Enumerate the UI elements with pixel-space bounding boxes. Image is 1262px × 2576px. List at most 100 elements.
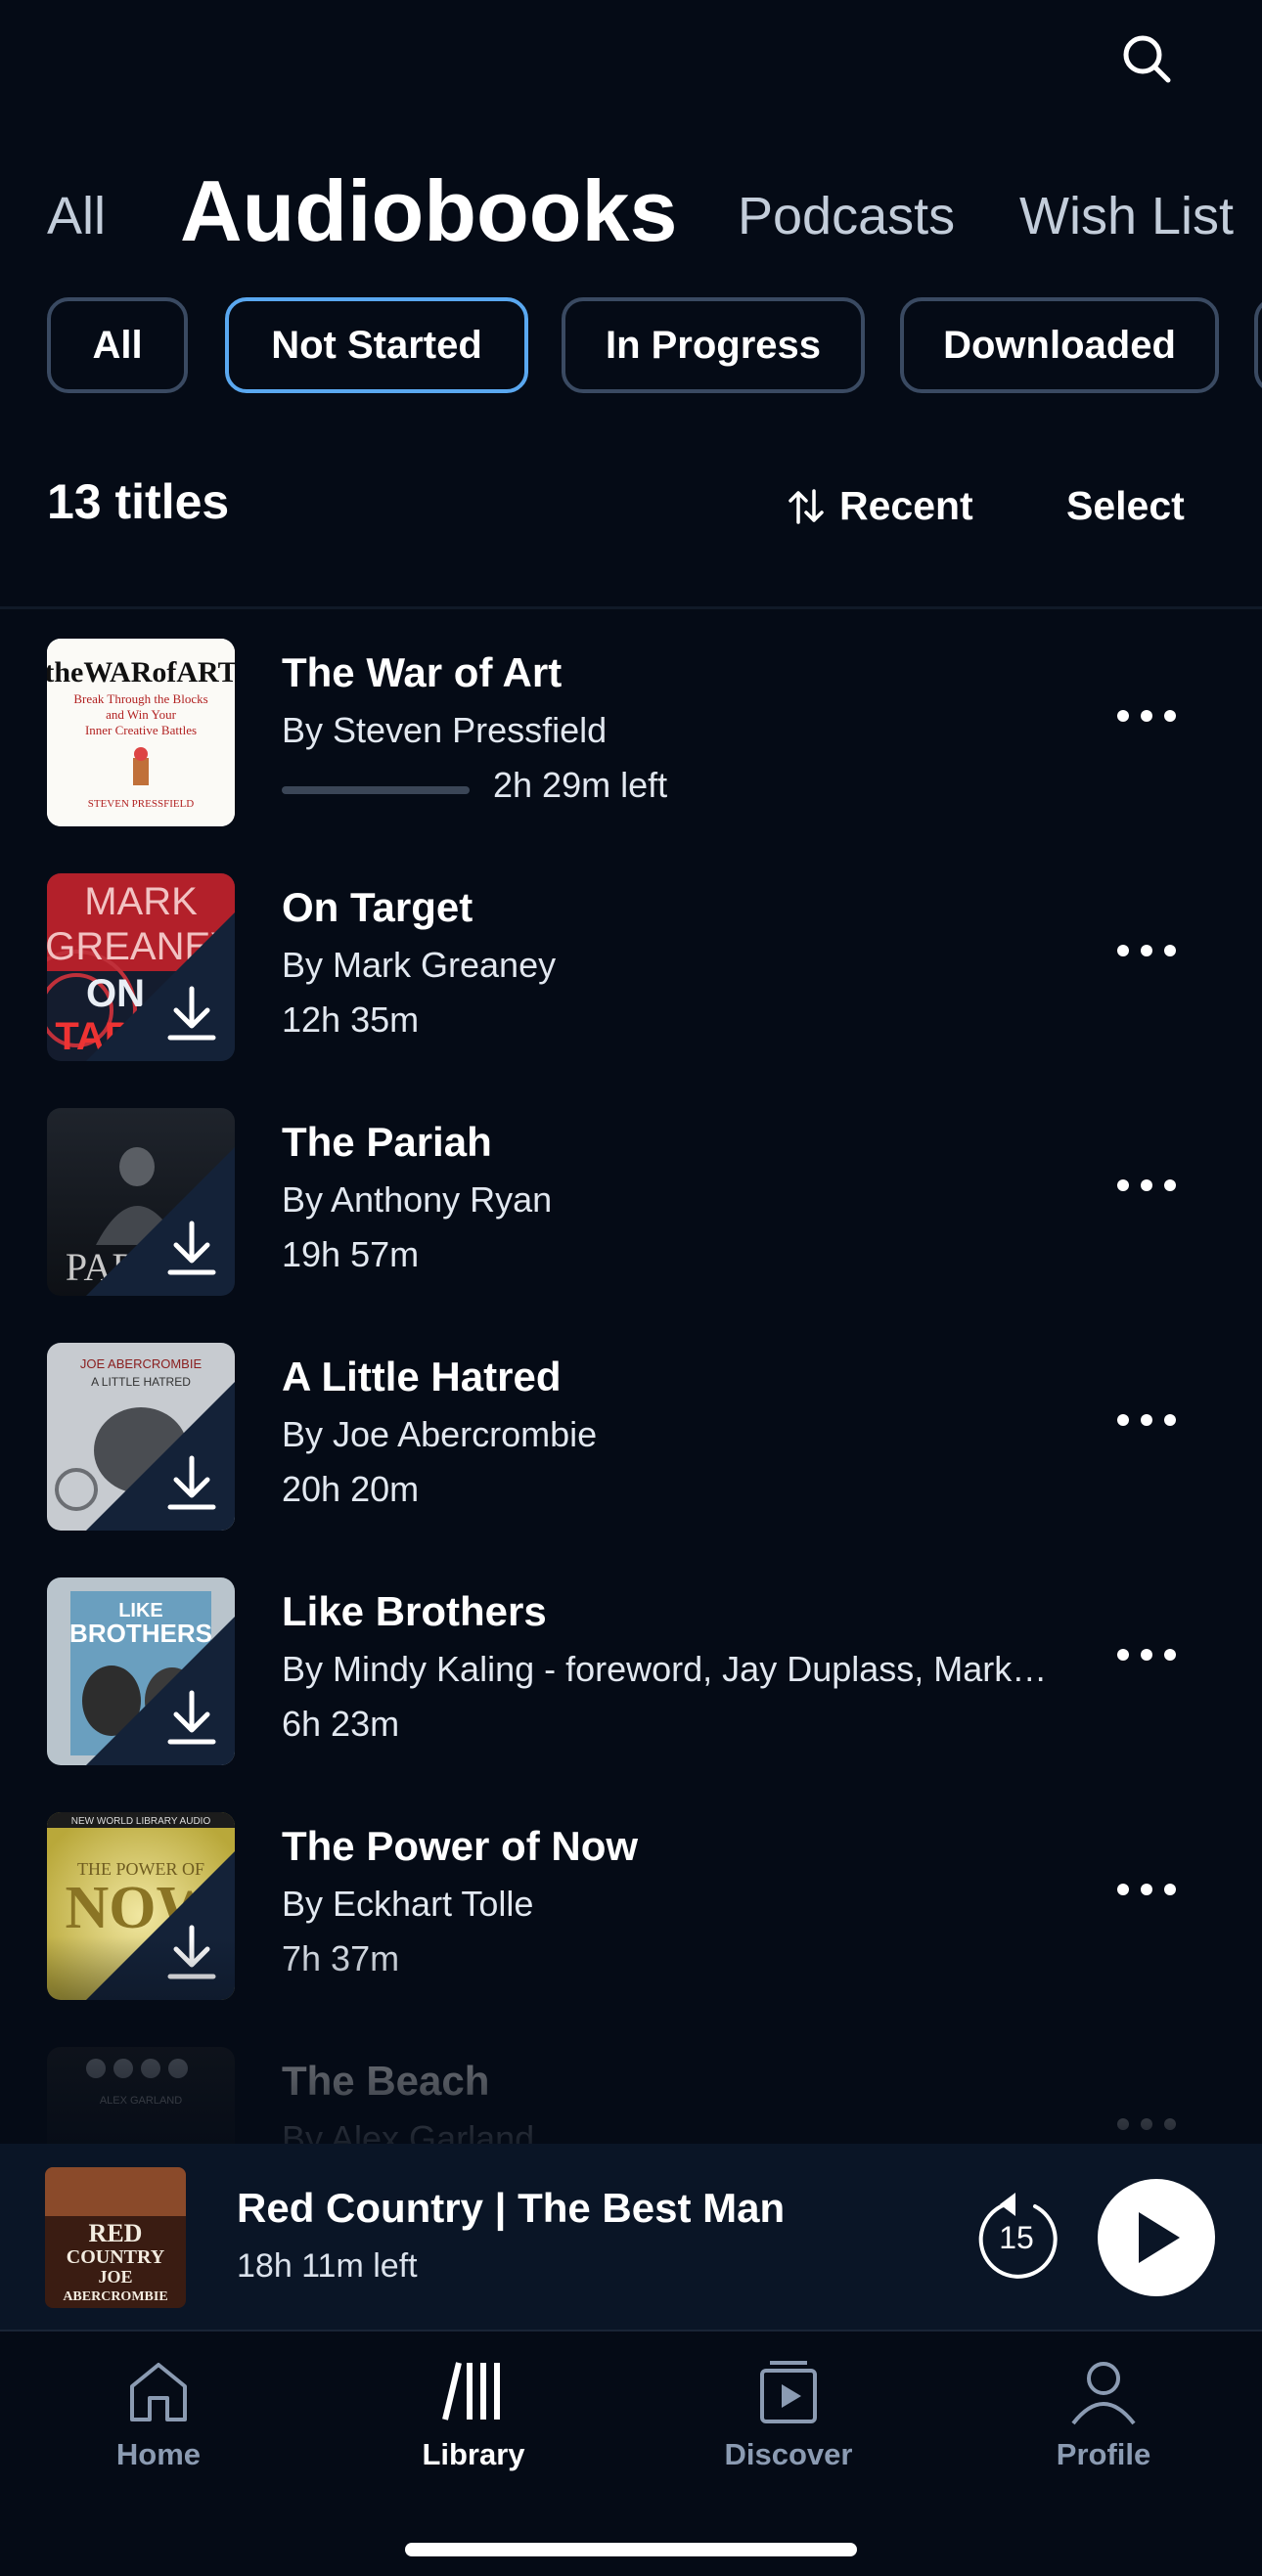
book-cover[interactable]: JOE ABERCROMBIE A LITTLE HATRED (47, 1343, 235, 1531)
divider (0, 606, 1262, 609)
nav-home-label: Home (115, 2437, 202, 2471)
more-options-icon[interactable] (1115, 1176, 1178, 1195)
filter-more-chip[interactable] (1254, 297, 1262, 393)
sort-button[interactable]: Recent (787, 483, 973, 529)
book-title: Like Brothers (282, 1588, 547, 1634)
cover-subtitle-2: and Win Your (106, 707, 177, 722)
nav-profile[interactable]: Profile (986, 2357, 1221, 2494)
book-title: The Pariah (282, 1119, 492, 1165)
tab-all[interactable]: All (47, 190, 106, 243)
filter-chips: All Not Started In Progress Downloaded (47, 297, 1262, 395)
book-cover[interactable]: NEW WORLD LIBRARY AUDIO THE POWER OF NOW (47, 1812, 235, 2000)
book-duration: 7h 37m (282, 1938, 400, 1978)
select-button[interactable]: Select (1066, 483, 1185, 529)
tab-audiobooks[interactable]: Audiobooks (180, 168, 677, 254)
cover-art: ALEX GARLAND (47, 2047, 235, 2144)
book-title: On Target (282, 884, 473, 930)
book-duration: 12h 35m (282, 999, 420, 1040)
cover-title-text: RED (89, 2219, 143, 2247)
book-author: By Anthony Ryan (282, 1179, 553, 1220)
book-duration: 19h 57m (282, 1234, 420, 1274)
cover-art: theWARofART Break Through the Blocks and… (47, 639, 235, 826)
book-title: The Power of Now (282, 1823, 639, 1869)
filter-all-chip[interactable]: All (47, 297, 188, 393)
book-title: The Beach (282, 2058, 490, 2104)
profile-icon (1071, 2362, 1136, 2425)
more-options-icon[interactable] (1115, 1645, 1178, 1665)
downloaded-badge (86, 912, 235, 1061)
more-options-icon[interactable] (1115, 1880, 1178, 1899)
cover-subtitle-1: Break Through the Blocks (73, 691, 207, 706)
more-options-icon[interactable] (1115, 706, 1178, 726)
book-time-left: 2h 29m left (493, 765, 668, 805)
book-duration: 20h 20m (282, 1469, 420, 1509)
play-button[interactable] (1098, 2179, 1215, 2296)
book-row[interactable]: PAR The Pariah By Anthony Ryan 19h 57m (0, 1107, 1262, 1297)
book-cover[interactable]: MARK GREANEY ON TAR (47, 873, 235, 1061)
book-author: By Mark Greaney (282, 945, 557, 985)
mini-player[interactable]: RED COUNTRY JOE ABERCROMBIE Red Country … (0, 2144, 1262, 2330)
book-author: By Alex Garland (282, 2118, 535, 2144)
cover-author-text: JOE (98, 2267, 132, 2287)
now-playing-title: Red Country | The Best Man (237, 2185, 786, 2231)
book-row[interactable]: NEW WORLD LIBRARY AUDIO THE POWER OF NOW… (0, 1811, 1262, 2001)
skip-back-button[interactable]: 15 (972, 2191, 1060, 2283)
now-playing-time-left: 18h 11m left (237, 2247, 418, 2285)
book-author: By Eckhart Tolle (282, 1884, 534, 1924)
book-duration: 6h 23m (282, 1704, 400, 1744)
filter-downloaded-chip[interactable]: Downloaded (900, 297, 1219, 393)
nav-library[interactable]: Library (356, 2357, 591, 2494)
nav-discover[interactable]: Discover (671, 2357, 906, 2494)
more-options-icon[interactable] (1115, 941, 1178, 960)
downloaded-badge (86, 1147, 235, 1296)
cover-author-text-2: ABERCROMBIE (63, 2289, 167, 2304)
book-list: theWARofART Break Through the Blocks and… (0, 638, 1262, 2144)
book-row[interactable]: theWARofART Break Through the Blocks and… (0, 638, 1262, 827)
filter-not-started-chip[interactable]: Not Started (225, 297, 528, 393)
book-cover[interactable]: ALEX GARLAND (47, 2047, 235, 2144)
library-tabs: All Audiobooks Podcasts Wish List (47, 147, 1262, 254)
cover-subtitle-3: Inner Creative Battles (85, 723, 197, 737)
filter-in-progress-chip[interactable]: In Progress (562, 297, 865, 393)
cover-title-text-2: COUNTRY (67, 2246, 165, 2268)
tab-podcasts[interactable]: Podcasts (738, 190, 955, 243)
downloaded-badge (86, 1617, 235, 1765)
book-cover[interactable]: PAR (47, 1108, 235, 1296)
now-playing-cover[interactable]: RED COUNTRY JOE ABERCROMBIE (45, 2167, 186, 2308)
book-cover[interactable]: LIKE BROTHERS (47, 1577, 235, 1765)
search-button[interactable] (1119, 31, 1176, 88)
cover-title-text: theWARofART (47, 656, 235, 688)
book-cover[interactable]: theWARofART Break Through the Blocks and… (47, 639, 235, 826)
skip-seconds: 15 (999, 2220, 1034, 2255)
cover-author-text: STEVEN PRESSFIELD (88, 798, 195, 810)
tab-wish-list[interactable]: Wish List (1019, 190, 1234, 243)
search-icon (1123, 35, 1171, 83)
discover-icon (760, 2361, 817, 2423)
progress-bar (282, 786, 470, 794)
play-icon (1139, 2212, 1180, 2263)
library-icon (442, 2362, 500, 2421)
book-row[interactable]: LIKE BROTHERS Like Brothers By Mindy Kal… (0, 1577, 1262, 1766)
nav-discover-label: Discover (724, 2437, 853, 2471)
cover-art: RED COUNTRY JOE ABERCROMBIE (45, 2167, 186, 2308)
home-indicator (405, 2543, 857, 2556)
book-row[interactable]: MARK GREANEY ON TAR On Target By Mark Gr… (0, 872, 1262, 1062)
book-row[interactable]: ALEX GARLAND The Beach By Alex Garland (0, 2046, 1262, 2144)
nav-profile-label: Profile (1056, 2437, 1151, 2471)
downloaded-badge (86, 1382, 235, 1531)
book-row[interactable]: JOE ABERCROMBIE A LITTLE HATRED A Little… (0, 1342, 1262, 1532)
nav-home[interactable]: Home (41, 2357, 276, 2494)
book-author: By Mindy Kaling - foreword, Jay Duplass,… (282, 1649, 1055, 1689)
downloaded-badge (86, 1851, 235, 2000)
sort-label: Recent (839, 483, 973, 528)
more-options-icon[interactable] (1115, 1410, 1178, 1430)
book-author: By Steven Pressfield (282, 710, 608, 750)
cover-author-text: ALEX GARLAND (100, 2095, 182, 2107)
sort-icon (789, 488, 824, 524)
more-options-icon[interactable] (1115, 2114, 1178, 2134)
book-title: The War of Art (282, 649, 563, 695)
nav-library-label: Library (422, 2437, 525, 2471)
bottom-nav: Home Library Discover Profile (0, 2330, 1262, 2576)
book-title: A Little Hatred (282, 1354, 562, 1399)
title-count: 13 titles (47, 474, 230, 529)
